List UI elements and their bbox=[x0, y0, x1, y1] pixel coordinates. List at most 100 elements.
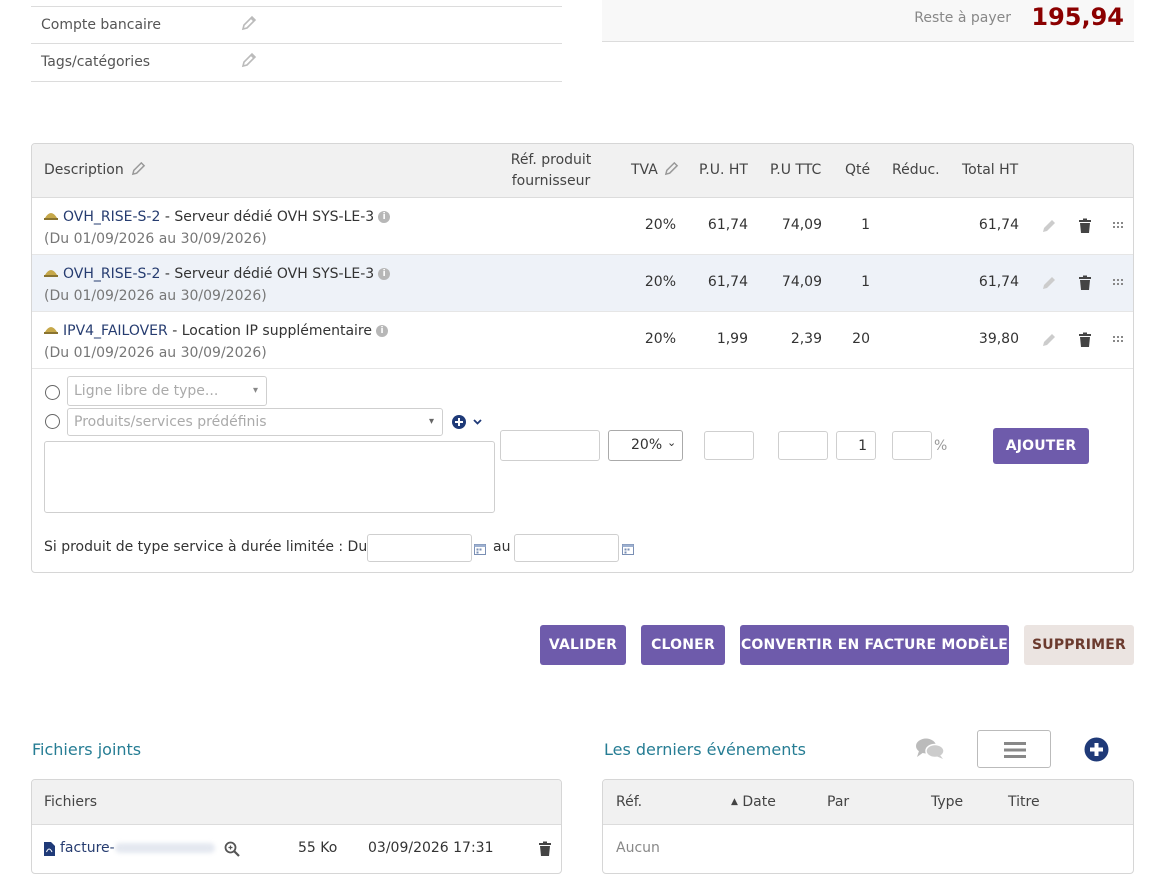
delete-invoice-button[interactable]: SUPPRIMER bbox=[1024, 625, 1134, 665]
info-icon[interactable]: i bbox=[378, 268, 391, 280]
line-vat: 20% bbox=[644, 274, 676, 290]
header-discount: Réduc. bbox=[892, 162, 940, 178]
header-vat: TVA bbox=[631, 160, 679, 183]
tags-label: Tags/catégories bbox=[41, 54, 151, 70]
convert-template-button[interactable]: CONVERTIR EN FACTURE MODÈLE bbox=[740, 625, 1009, 665]
supplier-ref-input[interactable] bbox=[500, 430, 600, 461]
add-product-plus-icon[interactable] bbox=[451, 414, 485, 430]
blurred-file-suffix bbox=[114, 843, 215, 853]
service-period-label: Si produit de type service à durée limit… bbox=[44, 539, 368, 555]
bank-account-label: Compte bancaire bbox=[41, 17, 161, 33]
line-vat: 20% bbox=[644, 331, 676, 347]
percent-sign: % bbox=[934, 438, 948, 454]
edit-vat-pencil-icon[interactable] bbox=[664, 161, 679, 183]
files-column-header: Fichiers bbox=[44, 794, 98, 810]
events-header-date-label: Date bbox=[742, 794, 776, 810]
free-line-radio[interactable] bbox=[45, 385, 60, 400]
delete-line-trash-icon[interactable] bbox=[1077, 275, 1093, 291]
header-unit-price-ht: P.U. HT bbox=[699, 162, 748, 178]
edit-line-pencil-icon[interactable] bbox=[1041, 332, 1057, 348]
events-header-title: Titre bbox=[1008, 794, 1040, 810]
list-view-button[interactable] bbox=[977, 730, 1051, 768]
service-start-date-input[interactable] bbox=[367, 534, 472, 562]
info-icon[interactable]: i bbox=[376, 325, 388, 337]
edit-line-pencil-icon[interactable] bbox=[1041, 275, 1057, 291]
add-line-button[interactable]: AJOUTER bbox=[993, 428, 1089, 464]
attachment-size: 55 Ko bbox=[298, 840, 338, 856]
sort-up-icon: ▲ bbox=[731, 797, 738, 807]
product-ref-link[interactable]: OVH_RISE-S-2 bbox=[63, 266, 160, 282]
predefined-product-placeholder: Produits/services prédéfinis bbox=[74, 414, 267, 430]
line-qty: 1 bbox=[861, 217, 870, 233]
info-icon[interactable]: i bbox=[378, 211, 391, 223]
calendar-icon[interactable] bbox=[622, 543, 634, 559]
chevron-down-icon: ▾ bbox=[428, 416, 434, 427]
add-event-plus-icon[interactable] bbox=[1084, 737, 1109, 766]
attachments-header: Fichiers bbox=[32, 780, 561, 825]
line-total-ht: 61,74 bbox=[978, 274, 1019, 290]
line-qty: 1 bbox=[861, 274, 870, 290]
unit-price-ttc-input[interactable] bbox=[778, 431, 828, 460]
header-qty: Qté bbox=[845, 162, 871, 178]
delete-line-trash-icon[interactable] bbox=[1077, 218, 1093, 234]
header-unit-price-ttc: P.U TTC bbox=[770, 162, 822, 178]
predefined-product-select[interactable]: Produits/services prédéfinis ▾ bbox=[67, 408, 443, 436]
qty-input-value: 1 bbox=[858, 438, 867, 454]
clone-button[interactable]: CLONER bbox=[641, 625, 725, 665]
comments-icon[interactable] bbox=[915, 737, 945, 765]
product-ref-link[interactable]: IPV4_FAILOVER bbox=[63, 323, 168, 339]
events-header-type: Type bbox=[931, 794, 964, 810]
bank-account-row: Compte bancaire bbox=[31, 6, 562, 44]
drag-handle-icon[interactable] bbox=[1112, 334, 1128, 350]
edit-tags-pencil-icon[interactable] bbox=[241, 52, 257, 72]
to-label: au bbox=[493, 539, 511, 555]
attachments-title: Fichiers joints bbox=[32, 740, 142, 759]
drag-handle-icon[interactable] bbox=[1112, 220, 1128, 236]
line-total-ht: 61,74 bbox=[978, 217, 1019, 233]
product-ref-link[interactable]: OVH_RISE-S-2 bbox=[63, 209, 160, 225]
delete-line-trash-icon[interactable] bbox=[1077, 332, 1093, 348]
validate-button[interactable]: VALIDER bbox=[540, 625, 626, 665]
events-header-ref: Réf. bbox=[616, 794, 643, 810]
remaining-to-pay-box: Reste à payer 195,94 bbox=[602, 0, 1134, 42]
preview-magnifier-icon[interactable] bbox=[224, 841, 240, 861]
header-description-label: Description bbox=[44, 162, 124, 178]
remaining-to-pay-label: Reste à payer bbox=[914, 10, 1011, 26]
drag-handle-icon[interactable] bbox=[1112, 277, 1128, 293]
edit-line-pencil-icon[interactable] bbox=[1041, 218, 1057, 234]
delete-attachment-trash-icon[interactable] bbox=[537, 841, 553, 861]
attachment-file-link[interactable]: facture- bbox=[60, 840, 215, 856]
table-row: OVH_RISE-S-2 - Serveur dédié OVH SYS-LE-… bbox=[32, 255, 1133, 312]
attachment-date: 03/09/2026 17:31 bbox=[368, 840, 494, 856]
line-unit-price-ht: 61,74 bbox=[707, 274, 748, 290]
events-panel: Réf. ▲ Date Par Type Titre Aucun bbox=[602, 779, 1134, 874]
edit-bank-account-pencil-icon[interactable] bbox=[241, 15, 257, 35]
table-row: facture- 55 Ko 03/09/2026 17:31 bbox=[32, 825, 561, 873]
line-unit-price-ht: 61,74 bbox=[707, 217, 748, 233]
remaining-to-pay-amount: 195,94 bbox=[1031, 3, 1124, 31]
service-dates: (Du 01/09/2026 au 30/09/2026) bbox=[44, 345, 267, 361]
line-total-ht: 39,80 bbox=[978, 331, 1019, 347]
header-supplier-ref-line2: fournisseur bbox=[511, 173, 591, 189]
events-empty-text: Aucun bbox=[616, 840, 660, 856]
unit-price-ht-input[interactable] bbox=[704, 431, 754, 460]
calendar-icon[interactable] bbox=[474, 543, 486, 559]
edit-description-pencil-icon[interactable] bbox=[131, 161, 146, 183]
line-description: OVH_RISE-S-2 - Serveur dédié OVH SYS-LE-… bbox=[44, 263, 391, 307]
line-description-textarea[interactable] bbox=[44, 441, 495, 513]
events-header-by: Par bbox=[827, 794, 850, 810]
line-description: OVH_RISE-S-2 - Serveur dédié OVH SYS-LE-… bbox=[44, 206, 391, 250]
free-line-type-select[interactable]: Ligne libre de type... ▾ bbox=[67, 376, 267, 406]
events-header-date[interactable]: ▲ Date bbox=[731, 794, 776, 810]
predefined-product-radio[interactable] bbox=[45, 414, 60, 429]
vat-select[interactable]: 20% ⌄ bbox=[608, 430, 683, 461]
discount-input[interactable] bbox=[892, 431, 932, 460]
menu-lines-icon bbox=[1004, 741, 1026, 763]
service-bell-icon bbox=[44, 213, 58, 220]
chevron-down-icon: ⌄ bbox=[667, 436, 677, 449]
free-line-type-placeholder: Ligne libre de type... bbox=[74, 383, 219, 399]
qty-input[interactable]: 1 bbox=[836, 431, 876, 460]
table-row: IPV4_FAILOVER - Location IP supplémentai… bbox=[32, 312, 1133, 369]
line-unit-price-ht: 1,99 bbox=[716, 331, 748, 347]
service-end-date-input[interactable] bbox=[514, 534, 619, 562]
